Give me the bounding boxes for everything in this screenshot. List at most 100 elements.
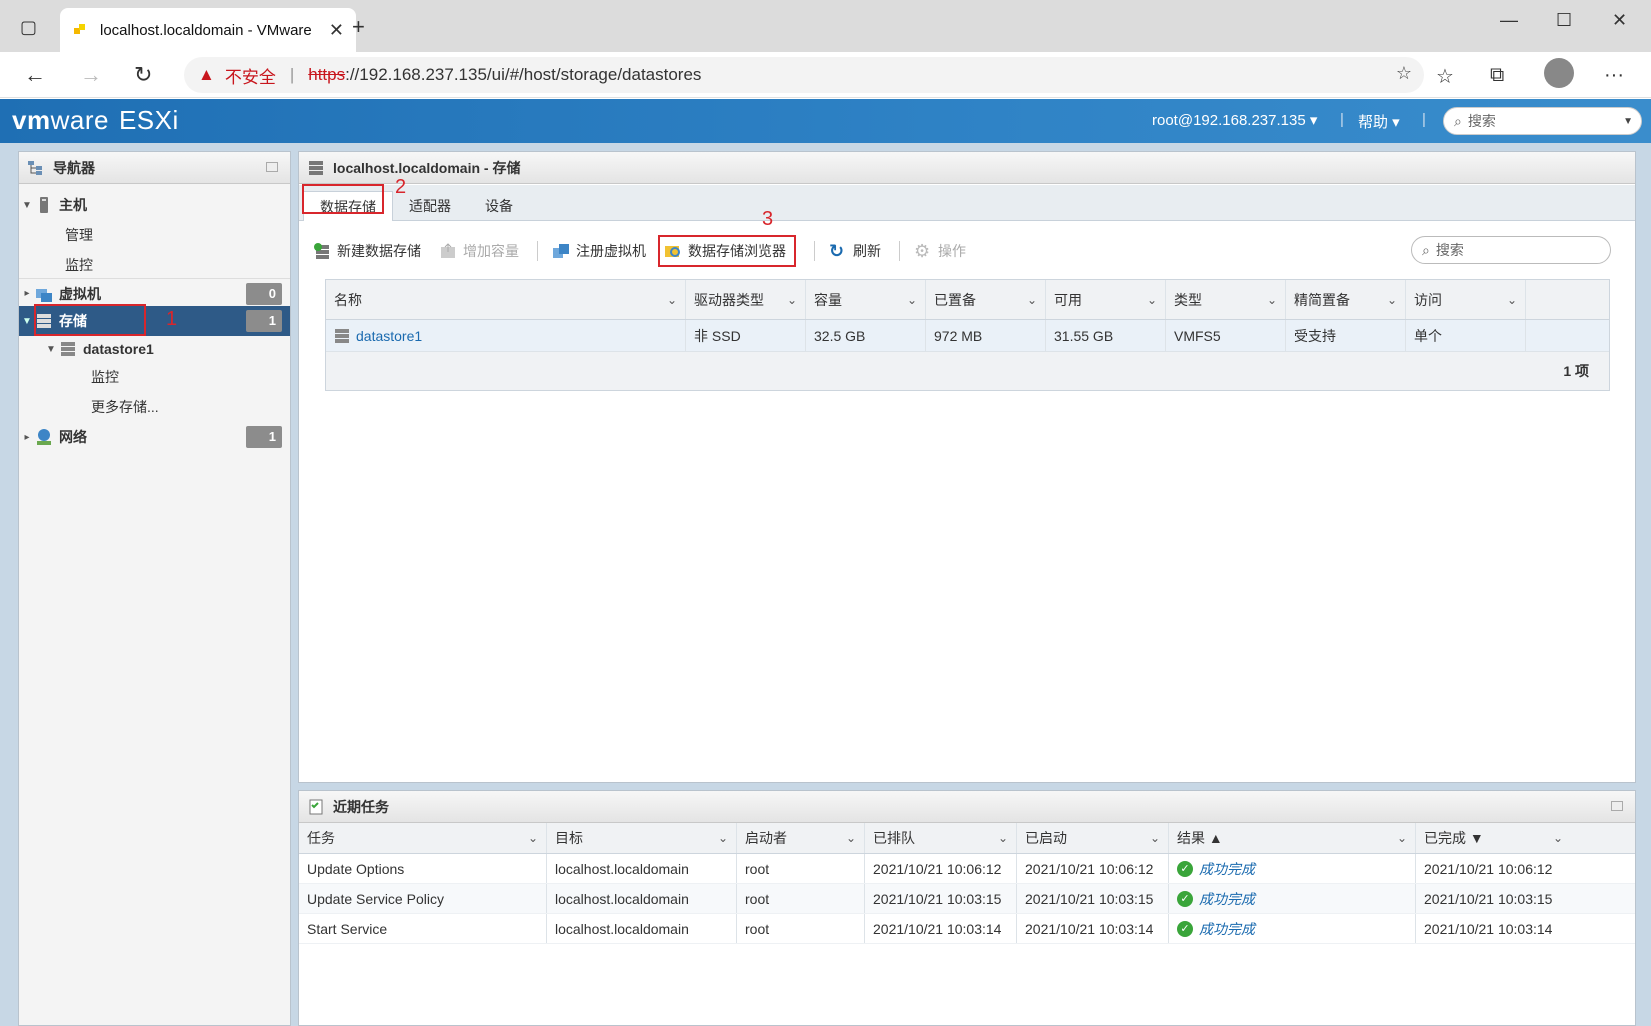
expand-icon[interactable]: ▼ — [19, 200, 35, 211]
new-datastore-button[interactable]: 新建数据存储 — [313, 241, 421, 261]
tab-title: localhost.localdomain - VMware — [100, 21, 312, 39]
expand-icon[interactable]: ▸ — [19, 288, 35, 299]
header-search-input[interactable]: ⌕ 搜索 ▼ — [1443, 107, 1642, 135]
column-header-target[interactable]: 目标 ⌄ — [547, 823, 737, 853]
datastore-browser-icon — [665, 246, 680, 257]
column-header-thin-provisioning[interactable]: 精简置备 ⌄ — [1286, 280, 1406, 319]
table-footer-count: 1 项 — [326, 352, 1609, 390]
column-header-result[interactable]: 结果 ▲ ⌄ — [1169, 823, 1416, 853]
increase-capacity-icon — [441, 243, 455, 258]
storage-tabs: 数据存储 适配器 设备 — [299, 185, 1635, 221]
datastore-browser-button[interactable]: 数据存储浏览器 — [658, 235, 796, 267]
nav-host-monitor[interactable]: 监控 — [19, 250, 290, 280]
vm-count-badge: 0 — [246, 282, 282, 305]
nav-host-manage[interactable]: 管理 — [19, 220, 290, 250]
url-field[interactable]: ▲ 不安全 | https ://192.168.237.135/ui/#/ho… — [184, 57, 1424, 93]
column-header-queued[interactable]: 已排队 ⌄ — [865, 823, 1017, 853]
forward-icon[interactable]: → — [80, 62, 102, 88]
column-header-provisioned[interactable]: 已置备 ⌄ — [926, 280, 1046, 319]
increase-capacity-button[interactable]: 增加容量 — [439, 241, 519, 261]
annotation-label-2: 2 — [395, 176, 407, 198]
new-tab-button[interactable]: + — [352, 16, 365, 38]
url-scheme: https — [308, 65, 346, 84]
column-header-started[interactable]: 已启动 ⌄ — [1017, 823, 1169, 853]
datastore-search-input[interactable]: ⌕ 搜索 — [1411, 236, 1611, 264]
url-path: ://192.168.237.135/ui/#/host/storage/dat… — [345, 65, 702, 84]
maximize-icon[interactable]: ☐ — [1556, 10, 1572, 31]
table-row[interactable]: Update Options localhost.localdomain roo… — [299, 854, 1635, 884]
storage-panel: localhost.localdomain - 存储 数据存储 适配器 设备 新… — [298, 151, 1636, 783]
nav-datastore-monitor[interactable]: 监控 — [19, 362, 290, 392]
collections-icon[interactable]: ⧉ — [1490, 64, 1504, 87]
close-window-icon[interactable]: ✕ — [1612, 10, 1627, 31]
datastore-icon — [335, 328, 349, 343]
user-menu[interactable]: root@192.168.237.135 ▾ — [1152, 111, 1317, 129]
refresh-button[interactable]: ↻ 刷新 — [829, 241, 881, 261]
vm-icon — [36, 288, 52, 302]
column-header-access[interactable]: 访问 ⌄ — [1406, 280, 1526, 319]
table-row[interactable]: datastore1 非 SSD 32.5 GB 972 MB 31.55 GB… — [326, 320, 1609, 352]
refresh-icon: ↻ — [829, 241, 845, 261]
more-menu-icon[interactable]: ··· — [1604, 64, 1624, 87]
table-row[interactable]: Update Service Policy localhost.localdom… — [299, 884, 1635, 914]
recent-tasks-panel: 近期任务 任务 ⌄ 目标 ⌄ 启动者 ⌄ 已排队 ⌄ 已启动 ⌄ 结果 ▲ ⌄ 已完成 ▼ ⌄… — [298, 790, 1636, 1026]
register-vm-icon — [553, 244, 569, 258]
column-header-free[interactable]: 可用 ⌄ — [1046, 280, 1166, 319]
recent-tasks-header: 近期任务 — [299, 791, 1635, 823]
vmware-esxi-logo: vmware ESXi — [12, 105, 179, 135]
success-icon: ✓ — [1177, 890, 1193, 907]
nav-host[interactable]: ▼ 主机 — [19, 190, 290, 220]
address-bar: ← → ↻ ▲ 不安全 | https ://192.168.237.135/u… — [0, 52, 1651, 98]
profile-avatar[interactable] — [1544, 58, 1574, 88]
minimize-panel-icon[interactable] — [1611, 801, 1623, 811]
minimize-panel-icon[interactable] — [266, 162, 278, 172]
annotation-box-1 — [34, 304, 146, 336]
favorites-icon[interactable]: ☆ — [1436, 64, 1454, 89]
column-header-name[interactable]: 名称 ⌄ — [326, 280, 686, 319]
nav-networking[interactable]: ▸ 网络 1 — [19, 422, 290, 452]
datastore-link[interactable]: datastore1 — [356, 328, 422, 344]
column-header-drive-type[interactable]: 驱动器类型 ⌄ — [686, 280, 806, 319]
navigator-icon — [28, 160, 42, 175]
close-tab-icon[interactable]: ✕ — [329, 20, 344, 41]
chevron-down-icon[interactable]: ▼ — [1623, 116, 1633, 127]
expand-icon[interactable]: ▼ — [43, 344, 59, 355]
storage-icon — [309, 160, 323, 175]
annotation-label-1: 1 — [166, 308, 178, 330]
annotation-box-2 — [302, 184, 384, 214]
expand-icon[interactable]: ▼ — [19, 316, 35, 327]
expand-icon[interactable]: ▸ — [19, 432, 35, 443]
reload-icon[interactable]: ↻ — [134, 62, 152, 88]
minimize-icon[interactable]: — — [1500, 10, 1518, 31]
success-icon: ✓ — [1177, 860, 1193, 877]
back-icon[interactable]: ← — [24, 62, 46, 88]
gear-icon: ⚙ — [914, 241, 931, 261]
insecure-label[interactable]: 不安全 — [225, 63, 276, 88]
browser-tab-bar: ▢ localhost.localdomain - VMware ✕ + — ☐… — [0, 0, 1651, 52]
storage-panel-header: localhost.localdomain - 存储 — [299, 152, 1635, 184]
new-datastore-icon — [314, 243, 329, 259]
esxi-header: vmware ESXi root@192.168.237.135 ▾ | 帮助 ▾… — [0, 99, 1651, 143]
browser-tab[interactable]: localhost.localdomain - VMware ✕ — [60, 8, 356, 52]
actions-button[interactable]: ⚙ 操作 — [914, 241, 966, 261]
register-vm-button[interactable]: 注册虚拟机 — [552, 241, 646, 261]
vmware-favicon-icon — [74, 24, 85, 34]
datastore-table: 名称 ⌄ 驱动器类型 ⌄ 容量 ⌄ 已置备 ⌄ 可用 ⌄ 类型 ⌄ 精简置备 ⌄ 访问 ⌄ da… — [325, 279, 1610, 391]
tab-devices[interactable]: 设备 — [469, 191, 529, 221]
nav-datastore1[interactable]: ▼ datastore1 — [19, 334, 290, 364]
tab-actions-icon[interactable]: ▢ — [20, 18, 37, 36]
column-header-task[interactable]: 任务 ⌄ — [299, 823, 547, 853]
nav-more-storage[interactable]: 更多存储... — [19, 392, 290, 422]
datastore-icon — [61, 342, 75, 356]
table-row[interactable]: Start Service localhost.localdomain root… — [299, 914, 1635, 944]
warning-icon[interactable]: ▲ — [198, 65, 215, 85]
add-favorite-icon[interactable]: ☆ — [1396, 63, 1412, 84]
column-header-capacity[interactable]: 容量 ⌄ — [806, 280, 926, 319]
column-header-completed[interactable]: 已完成 ▼ ⌄ — [1416, 823, 1571, 853]
column-header-initiator[interactable]: 启动者 ⌄ — [737, 823, 865, 853]
help-menu[interactable]: 帮助 ▾ — [1358, 111, 1400, 132]
host-icon — [40, 197, 48, 213]
column-header-type[interactable]: 类型 ⌄ — [1166, 280, 1286, 319]
network-count-badge: 1 — [246, 426, 282, 448]
annotation-label-3: 3 — [762, 208, 774, 230]
